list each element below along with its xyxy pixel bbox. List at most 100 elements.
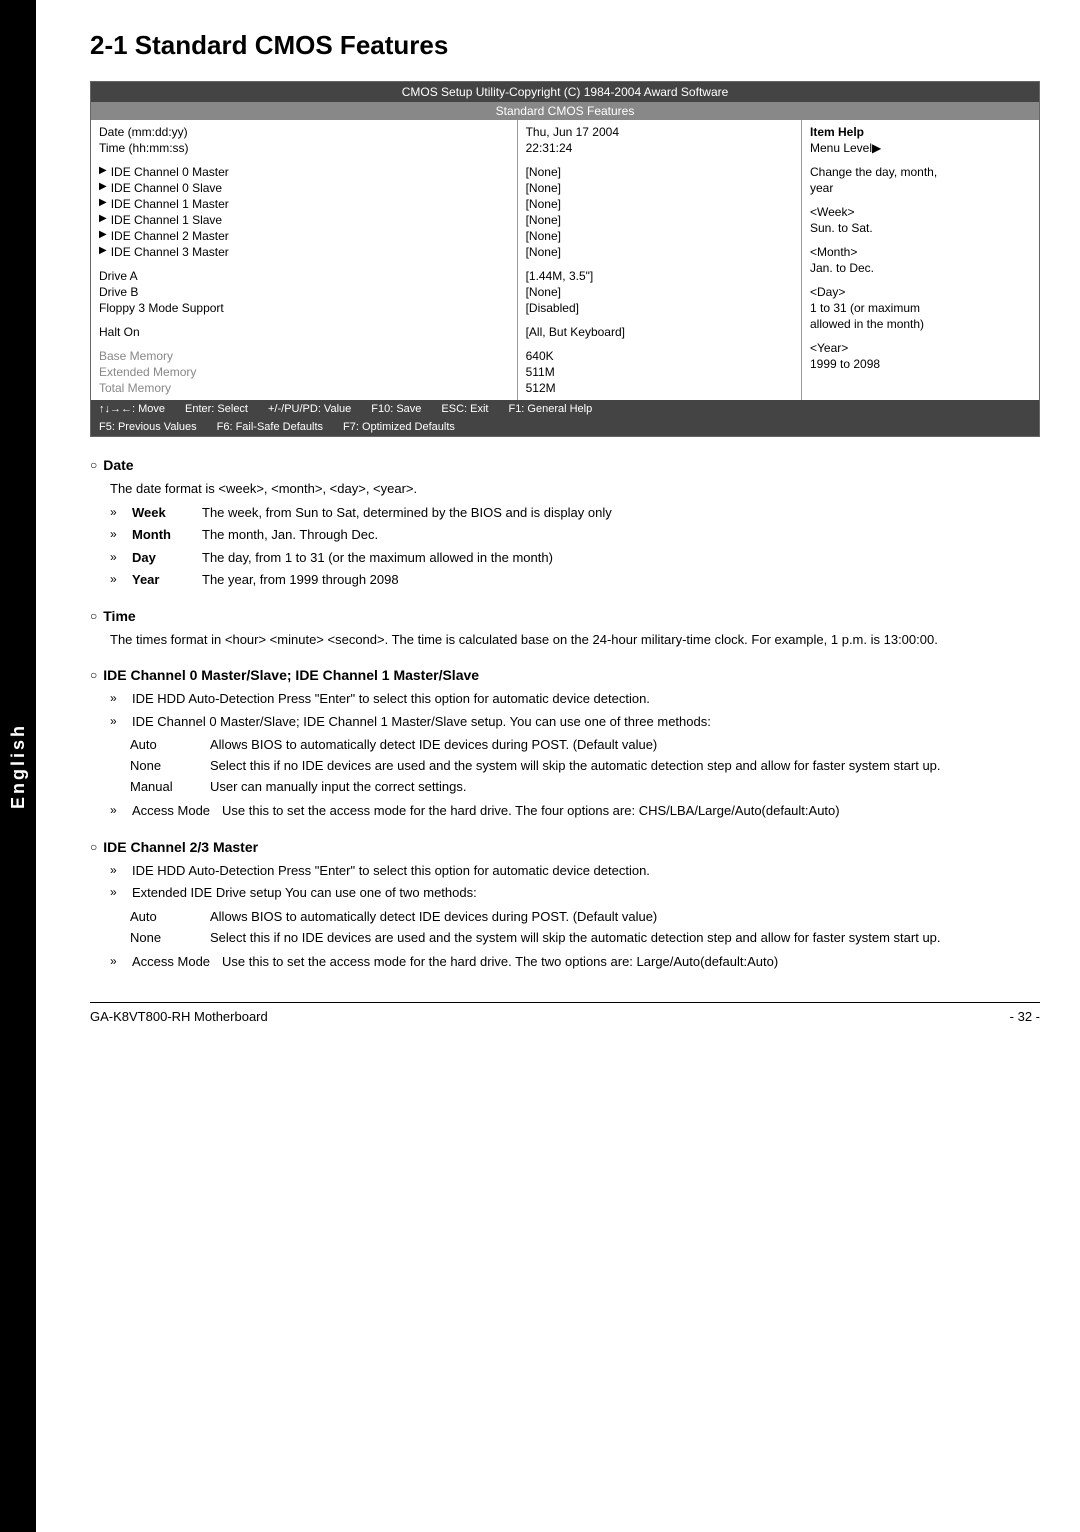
cmos-row: [None] [526, 244, 793, 260]
cmos-help-text: <Month> [810, 245, 857, 259]
cmos-value: [None] [526, 181, 561, 195]
cmos-header: CMOS Setup Utility-Copyright (C) 1984-20… [91, 82, 1039, 102]
cmos-row: [1.44M, 3.5"] [526, 268, 793, 284]
footer-f1: F1: General Help [508, 403, 592, 415]
cmos-row: 1999 to 2098 [810, 356, 1031, 372]
cmos-row: 22:31:24 [526, 140, 793, 156]
cmos-row: Extended Memory [99, 364, 509, 380]
cmos-label: Halt On [99, 325, 269, 339]
cmos-value: 22:31:24 [526, 141, 573, 155]
bullet-arrow-icon: » [110, 689, 126, 707]
bullet-desc: The week, from Sun to Sat, determined by… [202, 503, 612, 523]
cmos-body: Date (mm:dd:yy) Time (hh:mm:ss) ▶IDE Cha… [91, 120, 1039, 400]
cmos-help-text: 1 to 31 (or maximum [810, 301, 920, 315]
cmos-row: ▶IDE Channel 3 Master [99, 244, 509, 260]
cmos-label: Date (mm:dd:yy) [99, 125, 269, 139]
def-desc: Select this if no IDE devices are used a… [210, 928, 1040, 949]
cmos-help-text: Sun. to Sat. [810, 221, 873, 235]
cmos-row: Halt On [99, 324, 509, 340]
cmos-footer-row1: ↑↓→←: Move Enter: Select +/-/PU/PD: Valu… [99, 403, 592, 415]
bullet-ide23-2: » Extended IDE Drive setup You can use o… [110, 883, 1040, 903]
bullet-arrow-icon: » [110, 570, 126, 588]
arrow-icon: ▶ [99, 213, 107, 227]
def-row-auto: Auto Allows BIOS to automatically detect… [130, 735, 1040, 756]
cmos-row: Item Help [810, 124, 1031, 140]
arrow-icon: ▶ [99, 181, 107, 195]
cmos-footer-row2: F5: Previous Values F6: Fail-Safe Defaul… [99, 421, 455, 433]
bullet-desc: The month, Jan. Through Dec. [202, 525, 378, 545]
cmos-row: [Disabled] [526, 300, 793, 316]
bullet-arrow-icon: » [110, 861, 126, 879]
bullet-arrow-icon: » [110, 503, 126, 521]
cmos-row: [None] [526, 284, 793, 300]
cmos-label-greyed: Extended Memory [99, 365, 269, 379]
cmos-row: Time (hh:mm:ss) [99, 140, 509, 156]
bullet-week: » Week The week, from Sun to Sat, determ… [110, 503, 1040, 523]
cmos-row: Floppy 3 Mode Support [99, 300, 509, 316]
cmos-row: Jan. to Dec. [810, 260, 1031, 276]
footer-f6: F6: Fail-Safe Defaults [217, 421, 323, 433]
cmos-table: CMOS Setup Utility-Copyright (C) 1984-20… [90, 81, 1040, 437]
cmos-value: [Disabled] [526, 301, 579, 315]
cmos-row: 511M [526, 364, 793, 380]
side-label-text: English [8, 723, 29, 809]
footer-enter: Enter: Select [185, 403, 248, 415]
bullet-access-mode-ide01: » Access Mode Use this to set the access… [110, 801, 1040, 821]
def-table-ide23: Auto Allows BIOS to automatically detect… [130, 907, 1040, 949]
bullet-term: Year [132, 570, 202, 590]
def-term: Auto [130, 735, 210, 756]
bullet-day: » Day The day, from 1 to 31 (or the maxi… [110, 548, 1040, 568]
cmos-row: 512M [526, 380, 793, 396]
def-row-none: None Select this if no IDE devices are u… [130, 756, 1040, 777]
cmos-label: IDE Channel 3 Master [111, 245, 281, 259]
cmos-row: Date (mm:dd:yy) [99, 124, 509, 140]
cmos-footer2: F5: Previous Values F6: Fail-Safe Defaul… [91, 418, 1039, 436]
bullet-term: Week [132, 503, 202, 523]
cmos-row: Menu Level▶ [810, 140, 1031, 156]
cmos-help-text: allowed in the month) [810, 317, 924, 331]
page-footer: GA-K8VT800-RH Motherboard - 32 - [90, 1002, 1040, 1024]
cmos-row: Drive A [99, 268, 509, 284]
bullet-arrow-icon: » [110, 952, 126, 970]
cmos-label: Drive B [99, 285, 269, 299]
def-desc: User can manually input the correct sett… [210, 777, 1040, 798]
footer-f7: F7: Optimized Defaults [343, 421, 455, 433]
bullet-month: » Month The month, Jan. Through Dec. [110, 525, 1040, 545]
cmos-help-text: 1999 to 2098 [810, 357, 880, 371]
footer-esc: ESC: Exit [441, 403, 488, 415]
cmos-row: [None] [526, 228, 793, 244]
cmos-label: IDE Channel 1 Master [111, 197, 281, 211]
bullet-desc: IDE Channel 0 Master/Slave; IDE Channel … [132, 712, 711, 732]
bullet-arrow-icon: » [110, 525, 126, 543]
bullet-desc: Extended IDE Drive setup You can use one… [132, 883, 477, 903]
cmos-row: [None] [526, 180, 793, 196]
cmos-help-text: Jan. to Dec. [810, 261, 874, 275]
footer-f10: F10: Save [371, 403, 421, 415]
access-mode-label: Access Mode [132, 801, 222, 821]
footer-move: ↑↓→←: Move [99, 403, 165, 415]
footer-f5: F5: Previous Values [99, 421, 197, 433]
cmos-row: 1 to 31 (or maximum [810, 300, 1031, 316]
bullet-desc: The day, from 1 to 31 (or the maximum al… [202, 548, 553, 568]
cmos-value: 640K [526, 349, 554, 363]
bullet-arrow-icon: » [110, 801, 126, 819]
def-desc: Allows BIOS to automatically detect IDE … [210, 735, 1040, 756]
cmos-col-left: Date (mm:dd:yy) Time (hh:mm:ss) ▶IDE Cha… [91, 120, 518, 400]
arrow-icon: ▶ [99, 165, 107, 179]
cmos-value: [None] [526, 213, 561, 227]
cmos-help-text: <Week> [810, 205, 854, 219]
cmos-row: year [810, 180, 1031, 196]
cmos-help-text: Change the day, month, [810, 165, 937, 179]
def-row-none2: None Select this if no IDE devices are u… [130, 928, 1040, 949]
bullet-ide23-1: » IDE HDD Auto-Detection Press "Enter" t… [110, 861, 1040, 881]
def-term: None [130, 928, 210, 949]
cmos-label: IDE Channel 2 Master [111, 229, 281, 243]
bullet-year: » Year The year, from 1999 through 2098 [110, 570, 1040, 590]
bullet-arrow-icon: » [110, 712, 126, 730]
footer-value: +/-/PU/PD: Value [268, 403, 351, 415]
cmos-row: 640K [526, 348, 793, 364]
cmos-row: <Week> [810, 204, 1031, 220]
cmos-label: IDE Channel 0 Master [111, 165, 281, 179]
cmos-label: Floppy 3 Mode Support [99, 301, 269, 315]
section-date-body: The date format is <week>, <month>, <day… [110, 479, 1040, 499]
